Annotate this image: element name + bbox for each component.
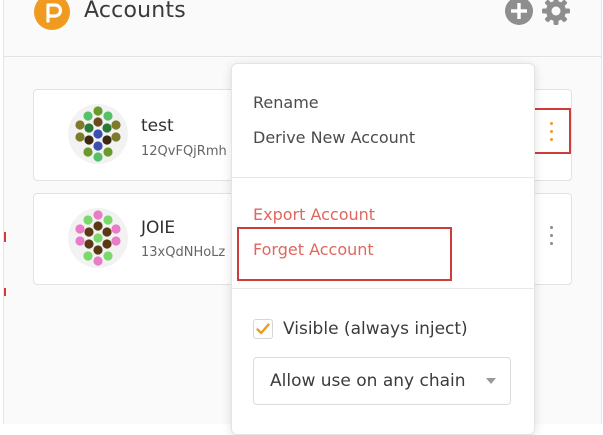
- visible-checkbox-label[interactable]: Visible (always inject): [283, 319, 468, 339]
- plus-circle-icon[interactable]: [504, 0, 534, 26]
- left-edge-marker: [4, 288, 6, 296]
- account-address: 13xQdNHoLz: [141, 245, 226, 260]
- export-account-menu-item[interactable]: Export Account: [253, 205, 375, 224]
- vertical-dots-icon[interactable]: [547, 224, 555, 254]
- account-name: JOIE: [141, 218, 176, 238]
- identicon-avatar: [68, 208, 128, 268]
- chain-select-value: Allow use on any chain: [270, 371, 466, 391]
- checkmark-icon: [256, 323, 270, 335]
- chain-select[interactable]: Allow use on any chain: [253, 357, 511, 405]
- rename-menu-item[interactable]: Rename: [253, 93, 319, 112]
- account-address: 12QvFQjRmh: [141, 144, 227, 159]
- header: Accounts: [4, 0, 601, 57]
- highlight-box-menu-button: [531, 108, 571, 154]
- polkadot-js-logo[interactable]: [34, 0, 70, 30]
- menu-divider: [232, 177, 534, 178]
- identicon-avatar: [68, 104, 128, 164]
- menu-divider: [232, 288, 534, 289]
- gear-icon[interactable]: [541, 0, 571, 26]
- highlight-box-forget-account: [237, 227, 452, 281]
- account-name: test: [141, 116, 174, 136]
- derive-account-menu-item[interactable]: Derive New Account: [253, 128, 415, 147]
- chevron-down-icon: [486, 378, 496, 384]
- page-title: Accounts: [84, 0, 186, 23]
- left-edge-marker: [4, 232, 6, 242]
- visible-checkbox[interactable]: [253, 319, 273, 339]
